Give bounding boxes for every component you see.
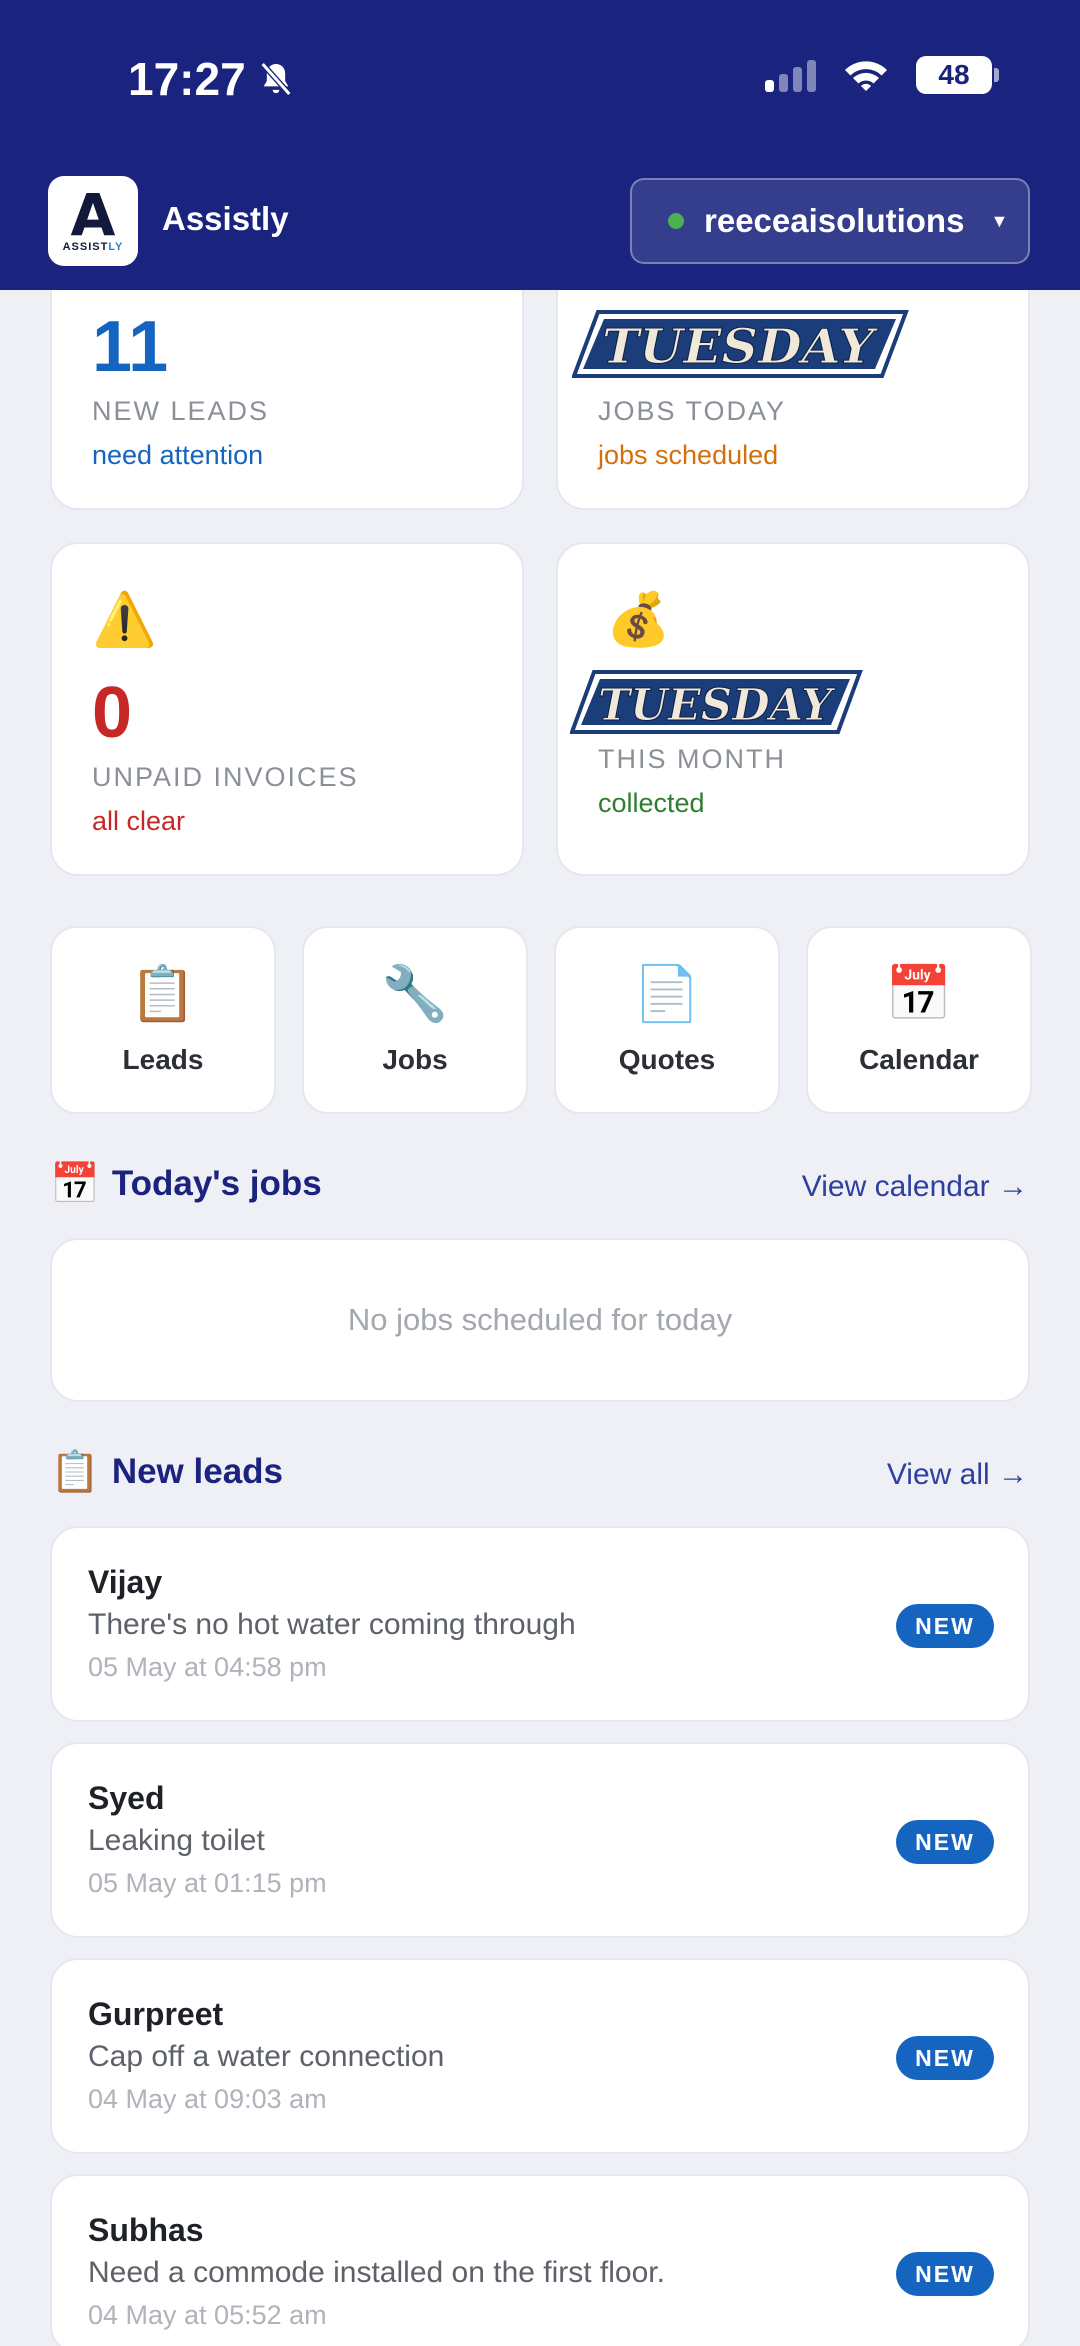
svg-text:TUESDAY: TUESDAY <box>598 680 836 731</box>
quick-action-leads[interactable]: 📋 Leads <box>50 926 276 1114</box>
unpaid-invoices-label: UNPAID INVOICES <box>92 762 359 792</box>
calendar-icon: 📅 <box>885 964 953 1024</box>
cellular-signal-icon <box>765 58 816 92</box>
lead-card[interactable]: Subhas Need a commode installed on the f… <box>50 2174 1030 2346</box>
new-leads-title: New leads <box>111 1451 284 1491</box>
jobs-today-value-art: TUESDAY <box>572 310 909 378</box>
clipboard-icon: 📋 <box>129 964 197 1024</box>
clipboard-icon: 📋 <box>50 1450 100 1494</box>
lead-card[interactable]: Syed Leaking toilet 05 May at 01:15 pm N… <box>50 1742 1030 1938</box>
quick-action-quotes[interactable]: 📄 Quotes <box>554 926 780 1114</box>
jobs-today-label: JOBS TODAY <box>598 396 787 426</box>
lead-timestamp: 05 May at 04:58 pm <box>88 1652 327 1682</box>
app-name: Assistly <box>162 200 289 237</box>
status-time: 17:27 <box>128 52 296 106</box>
warning-icon: ⚠️ <box>92 591 157 649</box>
lead-name: Subhas <box>88 2212 204 2248</box>
todays-jobs-title: Today's jobs <box>111 1163 322 1203</box>
lead-card[interactable]: Gurpreet Cap off a water connection 04 M… <box>50 1958 1030 2154</box>
wifi-icon <box>845 61 887 91</box>
lead-timestamp: 05 May at 01:15 pm <box>88 1868 327 1898</box>
account-switcher-button[interactable]: reeceaisolutions ▼ <box>630 178 1030 264</box>
battery-level: 48 <box>938 59 970 90</box>
bell-muted-icon <box>260 62 292 96</box>
lead-timestamp: 04 May at 09:03 am <box>88 2084 327 2114</box>
battery-icon: 48 <box>916 56 999 94</box>
todays-jobs-empty-state: No jobs scheduled for today <box>50 1238 1030 1402</box>
status-badge: NEW <box>896 2252 994 2296</box>
this-month-sub: collected <box>598 788 705 818</box>
quick-action-jobs[interactable]: 🔧 Jobs <box>302 926 528 1114</box>
view-all-leads-link[interactable]: View all → <box>887 1458 1028 1492</box>
lead-name: Syed <box>88 1780 165 1816</box>
new-leads-sub: need attention <box>92 440 264 470</box>
quick-action-label: Jobs <box>382 1044 448 1075</box>
account-name: reeceaisolutions <box>704 202 965 239</box>
new-leads-heading: 📋 New leads <box>50 1448 283 1495</box>
top-bar: 17:27 48 A ASSISTLY Assistly reeceaisolu… <box>0 0 1080 290</box>
empty-message: No jobs scheduled for today <box>347 1302 733 1337</box>
unpaid-invoices-count: 0 <box>92 673 133 753</box>
clock: 17:27 <box>128 53 246 105</box>
lead-card[interactable]: Vijay There's no hot water coming throug… <box>50 1526 1030 1722</box>
this-month-value-art: TUESDAY <box>570 670 863 734</box>
document-icon: 📄 <box>633 964 701 1024</box>
online-status-dot <box>668 213 684 229</box>
view-calendar-link[interactable]: View calendar → <box>802 1170 1028 1204</box>
stat-card-unpaid-invoices[interactable]: ⚠️ 0 UNPAID INVOICES all clear <box>50 542 524 876</box>
calendar-icon: 📅 <box>50 1162 100 1206</box>
status-badge: NEW <box>896 1820 994 1864</box>
jobs-today-sub: jobs scheduled <box>598 440 779 470</box>
logo-letter: A <box>70 181 116 249</box>
caret-down-icon: ▼ <box>990 210 1009 231</box>
quick-action-label: Calendar <box>859 1044 979 1075</box>
stat-card-this-month[interactable]: 💰 TUESDAY THIS MONTH collected <box>556 542 1030 876</box>
todays-jobs-heading: 📅 Today's jobs <box>50 1160 322 1207</box>
svg-text:TUESDAY: TUESDAY <box>602 319 879 375</box>
lead-timestamp: 04 May at 05:52 am <box>88 2300 327 2330</box>
money-bag-icon: 💰 <box>606 591 671 649</box>
status-icons: 48 <box>765 56 999 94</box>
new-leads-label: NEW LEADS <box>92 396 270 426</box>
lead-description: There's no hot water coming through <box>88 1608 576 1641</box>
lead-description: Cap off a water connection <box>88 2040 445 2073</box>
status-badge: NEW <box>896 1604 994 1648</box>
quick-action-label: Leads <box>122 1044 204 1075</box>
app-logo[interactable]: A ASSISTLY <box>48 176 138 266</box>
unpaid-invoices-sub: all clear <box>92 806 186 836</box>
lead-name: Gurpreet <box>88 1996 224 2032</box>
wrench-icon: 🔧 <box>381 964 449 1024</box>
lead-description: Leaking toilet <box>88 1824 265 1857</box>
logo-wordmark: ASSISTLY <box>62 241 124 253</box>
quick-action-calendar[interactable]: 📅 Calendar <box>806 926 1032 1114</box>
new-leads-count: 11 <box>92 307 169 387</box>
lead-description: Need a commode installed on the first fl… <box>88 2256 665 2289</box>
quick-action-label: Quotes <box>618 1044 716 1075</box>
this-month-label: THIS MONTH <box>598 744 786 774</box>
lead-name: Vijay <box>88 1564 163 1600</box>
status-badge: NEW <box>896 2036 994 2080</box>
